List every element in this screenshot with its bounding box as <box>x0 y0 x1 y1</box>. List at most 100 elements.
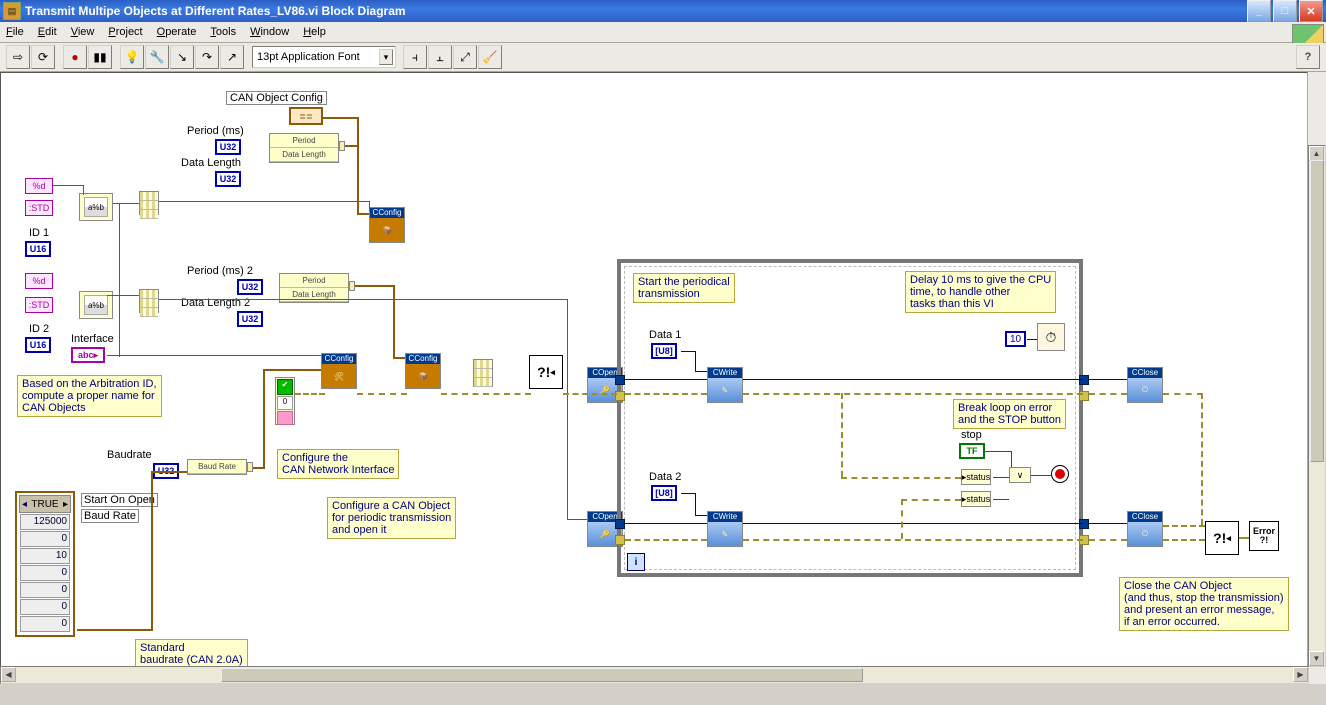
align-button[interactable]: ⫞ <box>403 45 427 69</box>
format-string-2[interactable]: %d <box>25 273 53 289</box>
net-iface-cluster-const[interactable]: ◂TRUE▸ 125000 0 10 0 0 0 0 <box>15 491 75 637</box>
data1-terminal[interactable]: [U8] <box>651 343 677 359</box>
vertical-scrollbar[interactable]: ▲ ▼ <box>1308 145 1326 667</box>
horizontal-scrollbar[interactable]: ◀ ▶ <box>0 666 1309 684</box>
loop-stop-terminal[interactable] <box>1051 465 1069 483</box>
comment-cfg-obj: Configure a CAN Object for periodic tran… <box>327 497 456 539</box>
period2-label: Period (ms) 2 <box>187 265 253 277</box>
std-string-1[interactable]: :STD <box>25 200 53 216</box>
font-combo[interactable]: 13pt Application Font <box>252 46 396 68</box>
compound-or[interactable]: ∨ <box>1009 467 1031 483</box>
std-string-2[interactable]: :STD <box>25 297 53 313</box>
hscroll-thumb[interactable] <box>221 668 863 682</box>
ncconfig-canobj-1[interactable]: CConfig📦 <box>369 207 405 243</box>
menu-edit[interactable]: Edit <box>38 26 57 38</box>
bundle-baudrate-row: Baud Rate <box>188 460 246 474</box>
abort-button[interactable]: ● <box>63 45 87 69</box>
id1-label: ID 1 <box>29 227 49 239</box>
menu-operate[interactable]: Operate <box>157 26 197 38</box>
canobj-config-const[interactable]: ≣≣ <box>289 107 323 125</box>
comment-stdbaud: Standard baudrate (CAN 2.0A) <box>135 639 248 669</box>
comment-close: Close the CAN Object (and thus, stop the… <box>1119 577 1289 631</box>
cluster-val-6[interactable]: 0 <box>20 616 70 632</box>
pause-button[interactable]: ▮▮ <box>88 45 112 69</box>
format-into-string-1[interactable]: a%b <box>79 193 113 221</box>
id2-terminal[interactable]: U16 <box>25 337 51 353</box>
unbundle-status-1[interactable]: ▸status <box>961 469 991 485</box>
format-string-1[interactable]: %d <box>25 178 53 194</box>
step-over-button[interactable]: ↷ <box>195 45 219 69</box>
ncconfig-net-iface[interactable]: CConfig🛠 <box>321 353 357 389</box>
block-diagram-wrap: %d :STD ID 1 U16 a%b %d :STD ID 2 U16 a%… <box>0 72 1326 684</box>
menu-view[interactable]: View <box>71 26 95 38</box>
id1-terminal[interactable]: U16 <box>25 241 51 257</box>
ncconfig-canobj-2[interactable]: CConfig📦 <box>405 353 441 389</box>
interface-label: Interface <box>71 333 114 345</box>
step-out-button[interactable]: ↗ <box>220 45 244 69</box>
cluster-val-1[interactable]: 0 <box>20 531 70 547</box>
datalength2-terminal[interactable]: U32 <box>237 311 263 327</box>
datalength-terminal[interactable]: U32 <box>215 171 241 187</box>
merge-errors-1[interactable]: ?!◂ <box>529 355 563 389</box>
bundle-baudrate[interactable]: Baud Rate <box>187 459 247 475</box>
minimize-button[interactable]: _ <box>1247 0 1271 22</box>
cluster-val-0[interactable]: 125000 <box>20 514 70 530</box>
toolbar: ⇨ ⟳ ● ▮▮ 💡 🔧 ↘ ↷ ↗ 13pt Application Font… <box>0 43 1326 72</box>
reorder-button[interactable]: ⤢ <box>453 45 477 69</box>
bundle1-datalength: Data Length <box>270 148 338 162</box>
run-button[interactable]: ⇨ <box>6 45 30 69</box>
ncwrite-2[interactable]: CWrite✎ <box>707 511 743 547</box>
run-continuous-button[interactable]: ⟳ <box>31 45 55 69</box>
cluster-val-4[interactable]: 0 <box>20 582 70 598</box>
unbundle-status-2[interactable]: ▸status <box>961 491 991 507</box>
data2-label: Data 2 <box>649 471 681 483</box>
wait-ms-const[interactable]: 10 <box>1005 331 1026 347</box>
stop-terminal[interactable]: TF <box>959 443 985 459</box>
loop-tunnel-err2-in <box>615 535 625 545</box>
error-in-const[interactable]: ✔ 0 <box>275 377 295 425</box>
menu-project[interactable]: Project <box>108 26 142 38</box>
bundle2-period: Period <box>280 274 348 288</box>
menu-window[interactable]: Window <box>250 26 289 38</box>
period-label: Period (ms) <box>187 125 244 137</box>
comment-arbitration: Based on the Arbitration ID, compute a p… <box>17 375 162 417</box>
simple-error-handler[interactable]: Error?! <box>1249 521 1279 551</box>
close-button[interactable]: ✕ <box>1299 0 1323 22</box>
titlebar: ▤ Transmit Multipe Objects at Different … <box>0 0 1326 22</box>
block-diagram[interactable]: %d :STD ID 1 U16 a%b %d :STD ID 2 U16 a%… <box>0 72 1308 684</box>
retain-values-button[interactable]: 🔧 <box>145 45 169 69</box>
cluster-val-3[interactable]: 0 <box>20 565 70 581</box>
step-into-button[interactable]: ↘ <box>170 45 194 69</box>
data2-terminal[interactable]: [U8] <box>651 485 677 501</box>
cluster-val-2[interactable]: 10 <box>20 548 70 564</box>
app-icon: ▤ <box>3 2 21 20</box>
bundle-by-name-1[interactable]: Period Data Length <box>269 133 339 163</box>
loop-tunnel-ref2-in <box>615 519 625 529</box>
menu-file[interactable]: File <box>6 26 24 38</box>
menu-help[interactable]: Help <box>303 26 326 38</box>
period-terminal[interactable]: U32 <box>215 139 241 155</box>
ncclose-2[interactable]: CClose⏻ <box>1127 511 1163 547</box>
vscroll-thumb[interactable] <box>1310 160 1324 462</box>
context-help-button[interactable]: ? <box>1296 45 1320 69</box>
menubar: File Edit View Project Operate Tools Win… <box>0 22 1326 43</box>
window-title: Transmit Multipe Objects at Different Ra… <box>25 4 1245 18</box>
comment-cfg-net: Configure the CAN Network Interface <box>277 449 399 479</box>
interface-terminal[interactable]: abc▸ <box>71 347 105 363</box>
baudrate-label: Baudrate <box>107 449 152 461</box>
wait-ms-icon[interactable]: ⏱ <box>1037 323 1065 351</box>
concat-strings-1[interactable] <box>139 191 159 215</box>
concat-strings-2[interactable] <box>139 289 159 313</box>
period2-terminal[interactable]: U32 <box>237 279 263 295</box>
ncclose-1[interactable]: CClose⏻ <box>1127 367 1163 403</box>
ncwrite-1[interactable]: CWrite✎ <box>707 367 743 403</box>
cleanup-button[interactable]: 🧹 <box>478 45 502 69</box>
menu-tools[interactable]: Tools <box>210 26 236 38</box>
maximize-button[interactable]: □ <box>1273 0 1297 22</box>
highlight-button[interactable]: 💡 <box>120 45 144 69</box>
build-array-configs[interactable] <box>473 359 493 387</box>
stop-label: stop <box>961 429 982 441</box>
cluster-val-5[interactable]: 0 <box>20 599 70 615</box>
distribute-button[interactable]: ⫠ <box>428 45 452 69</box>
merge-errors-2[interactable]: ?!◂ <box>1205 521 1239 555</box>
